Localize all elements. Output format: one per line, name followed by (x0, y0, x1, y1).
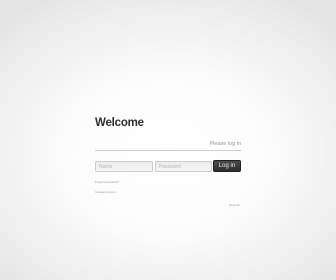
language-link[interactable]: Deutsch (229, 203, 240, 207)
create-account-link[interactable]: Create Account (95, 190, 116, 194)
page-title: Welcome (95, 117, 144, 129)
login-button[interactable]: Log in (213, 160, 241, 172)
password-input[interactable] (155, 161, 212, 172)
login-panel: Welcome Please log in Log in Forgot pass… (95, 112, 243, 212)
username-input[interactable] (95, 161, 153, 172)
divider (95, 150, 241, 151)
forgot-password-link[interactable]: Forgot password? (95, 180, 119, 184)
login-subtitle: Please log in (209, 141, 242, 147)
